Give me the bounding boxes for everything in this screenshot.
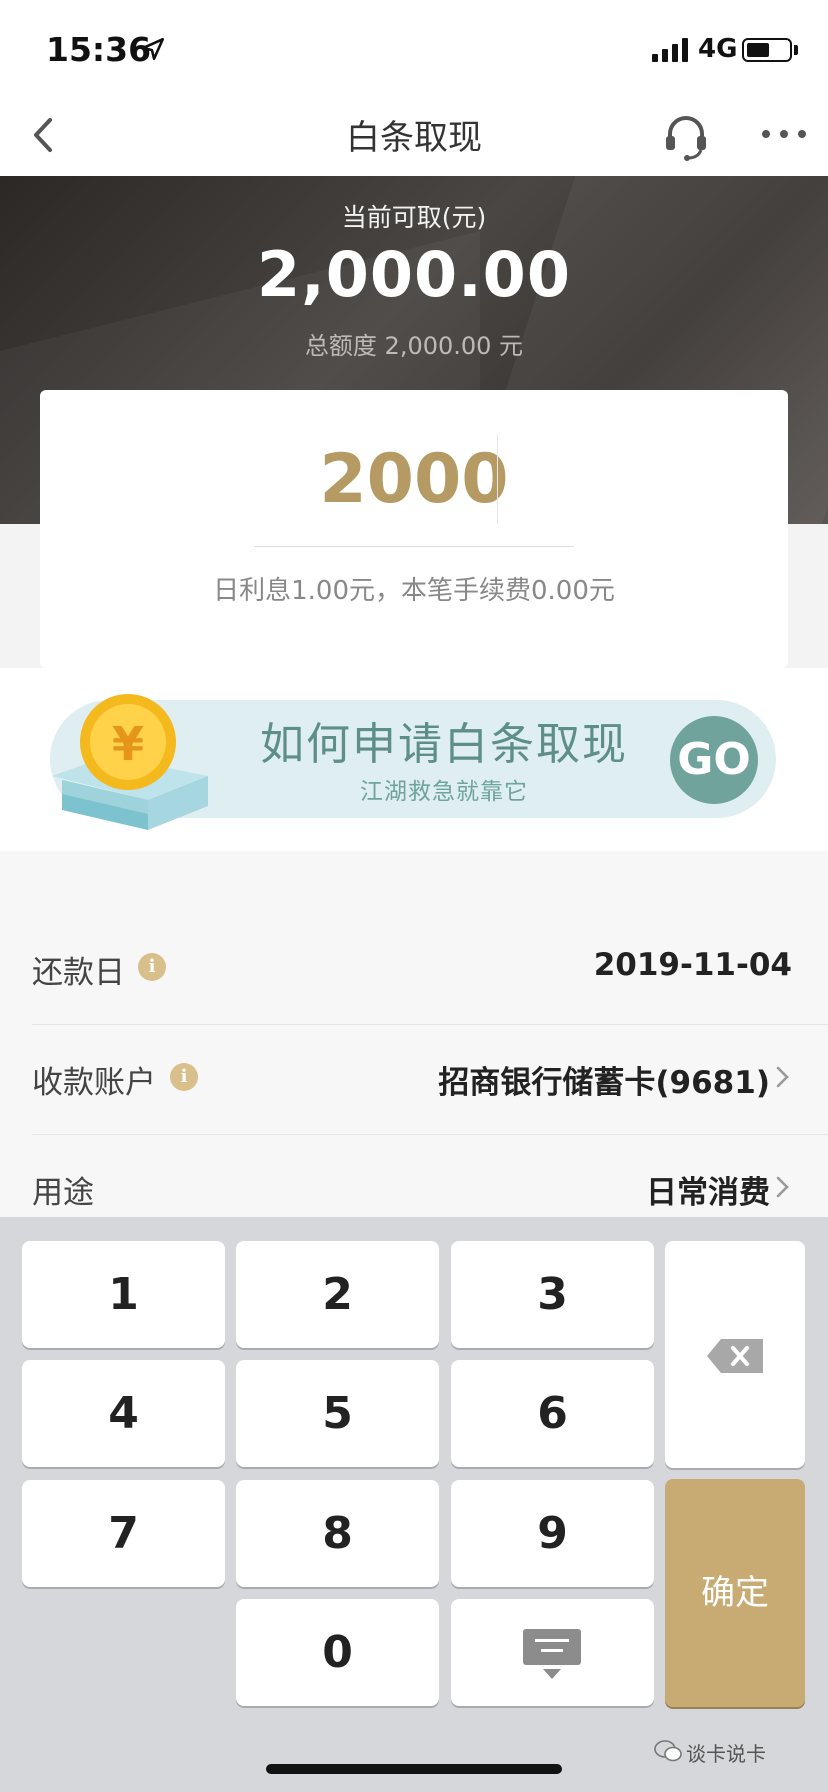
purpose-value: 日常消费 <box>646 1175 770 1211</box>
hide-keyboard-key[interactable] <box>451 1599 654 1706</box>
status-time: 15:36 <box>46 30 152 69</box>
status-bar: 15:36 4G <box>0 0 828 100</box>
more-icon[interactable] <box>760 124 808 144</box>
input-cursor <box>497 434 498 524</box>
hide-keyboard-icon <box>523 1629 581 1679</box>
promo-title: 如何申请白条取现 <box>260 719 628 770</box>
battery-tip <box>794 45 798 55</box>
purpose-label: 用途 <box>32 1175 94 1211</box>
key-8[interactable]: 8 <box>236 1480 439 1587</box>
amount-underline <box>254 546 574 547</box>
key-6[interactable]: 6 <box>451 1360 654 1467</box>
location-arrow-icon <box>141 37 165 61</box>
backspace-icon <box>707 1339 763 1373</box>
key-4[interactable]: 4 <box>22 1360 225 1467</box>
key-3[interactable]: 3 <box>451 1241 654 1348</box>
key-1[interactable]: 1 <box>22 1241 225 1348</box>
key-5[interactable]: 5 <box>236 1360 439 1467</box>
repay-day-value: 2019-11-04 <box>593 947 792 983</box>
account-label: 收款账户 <box>32 1065 156 1101</box>
network-label: 4G <box>698 34 738 64</box>
detail-list: 还款日 i 2019-11-04 收款账户 i 招商银行储蓄卡(9681) 用途… <box>0 851 828 1217</box>
signal-icon <box>652 38 688 62</box>
info-icon[interactable]: i <box>170 1063 198 1091</box>
key-7[interactable]: 7 <box>22 1480 225 1587</box>
svg-text:¥: ¥ <box>112 717 144 771</box>
amount-input[interactable]: 2000 <box>40 440 788 519</box>
repay-day-row: 还款日 i 2019-11-04 <box>32 915 828 1025</box>
repay-day-label: 还款日 <box>32 955 125 991</box>
battery-icon <box>742 38 792 62</box>
key-0[interactable]: 0 <box>236 1599 439 1706</box>
headset-icon[interactable] <box>660 110 712 162</box>
go-button[interactable]: GO <box>670 716 758 804</box>
nav-bar: 白条取现 <box>0 100 828 176</box>
amount-card: 2000 日利息1.00元，本笔手续费0.00元 <box>40 390 788 668</box>
numeric-keypad: 1 2 3 4 5 6 7 8 9 0 确定 <box>0 1217 828 1792</box>
key-9[interactable]: 9 <box>451 1480 654 1587</box>
info-icon[interactable]: i <box>138 953 166 981</box>
fee-info: 日利息1.00元，本笔手续费0.00元 <box>213 576 615 606</box>
account-value: 招商银行储蓄卡(9681) <box>438 1065 770 1101</box>
key-2[interactable]: 2 <box>236 1241 439 1348</box>
total-limit: 总额度 2,000.00 元 <box>304 332 524 360</box>
home-indicator <box>266 1764 562 1774</box>
promo-subtitle: 江湖救急就靠它 <box>360 779 528 805</box>
available-amount: 2,000.00 <box>257 238 571 311</box>
wechat-icon <box>654 1740 682 1762</box>
chevron-right-icon <box>776 1176 789 1198</box>
account-row[interactable]: 收款账户 i 招商银行储蓄卡(9681) <box>32 1025 828 1135</box>
coin-box-icon: ¥ <box>52 694 208 830</box>
available-label: 当前可取(元) <box>341 203 487 232</box>
watermark: 谈卡说卡 <box>686 1742 766 1766</box>
confirm-button[interactable]: 确定 <box>665 1479 805 1707</box>
chevron-right-icon <box>776 1066 789 1088</box>
backspace-key[interactable] <box>665 1241 805 1468</box>
